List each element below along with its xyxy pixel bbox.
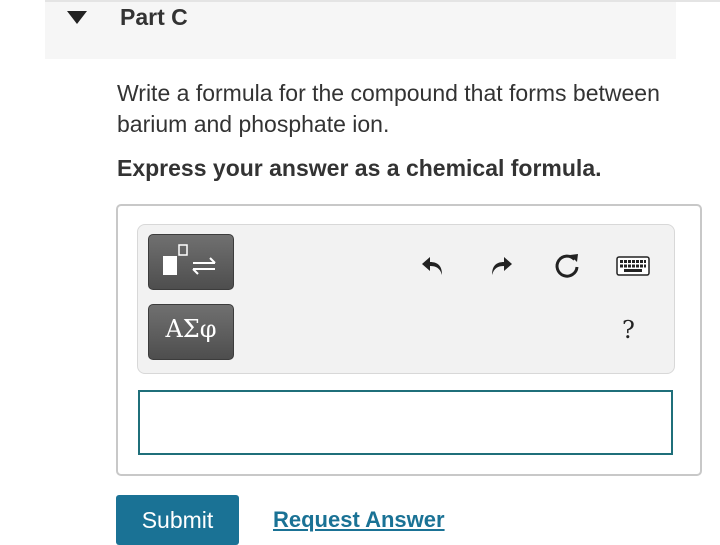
- request-answer-link[interactable]: Request Answer: [273, 507, 445, 533]
- submit-button[interactable]: Submit: [116, 495, 239, 545]
- redo-icon: [492, 257, 512, 275]
- undo-button[interactable]: [416, 248, 452, 284]
- symbols-button[interactable]: ΑΣφ: [148, 304, 234, 360]
- reset-icon: [555, 254, 579, 278]
- template-arrows-icon: [163, 244, 216, 275]
- keyboard-icon: [616, 256, 650, 276]
- template-button[interactable]: [148, 234, 234, 290]
- keyboard-button[interactable]: [615, 248, 651, 284]
- symbols-label: ΑΣφ: [165, 315, 217, 343]
- help-button[interactable]: ?: [622, 316, 635, 344]
- caret-down-icon[interactable]: [67, 11, 87, 24]
- question-text: Write a formula for the compound that fo…: [117, 80, 660, 137]
- answer-instruction: Express your answer as a chemical formul…: [117, 155, 602, 181]
- part-title: Part C: [120, 4, 188, 30]
- answer-input[interactable]: [138, 390, 673, 455]
- reset-button[interactable]: [549, 248, 585, 284]
- undo-icon: [422, 257, 442, 275]
- redo-button[interactable]: [482, 248, 518, 284]
